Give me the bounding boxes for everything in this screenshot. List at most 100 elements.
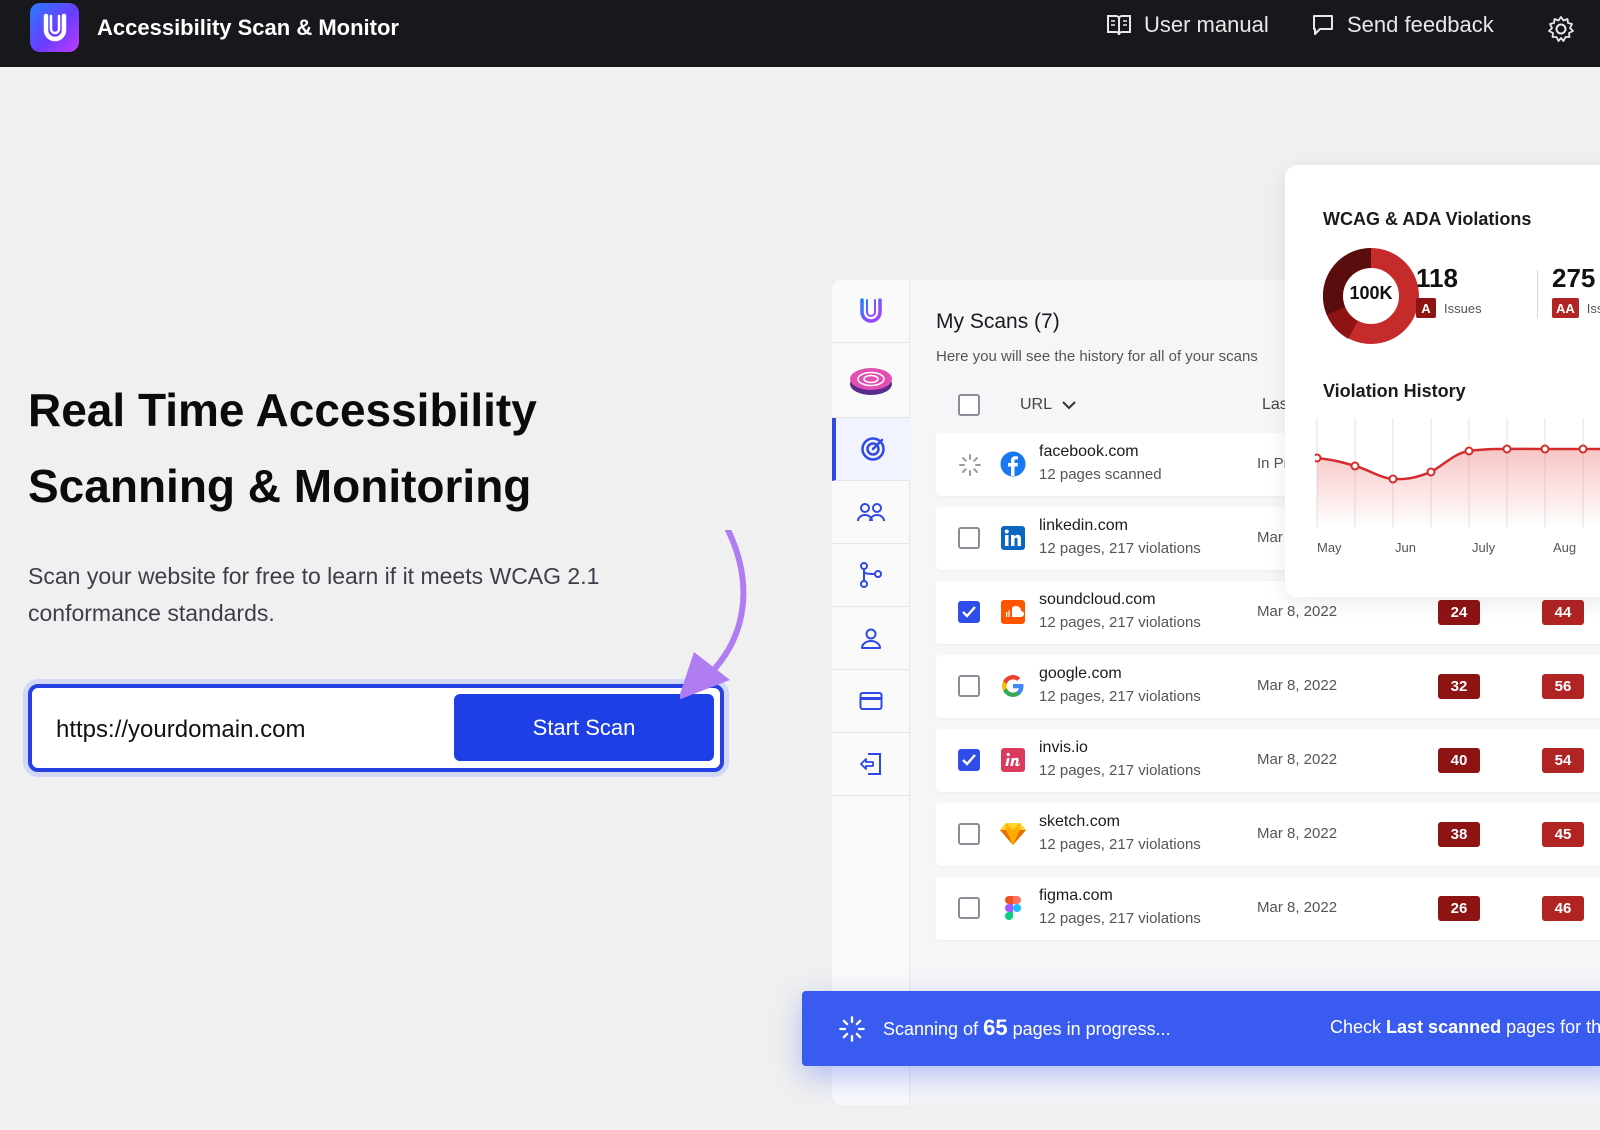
history-month-label: May [1317,540,1342,555]
soundcloud-icon [999,598,1027,626]
message-icon [1313,15,1333,35]
stat-divider [1537,270,1538,318]
level-a-count-badge: 38 [1438,822,1480,847]
table-row[interactable]: google.com 12 pages, 217 violations Mar … [936,655,1600,718]
top-nav: Accessibility Scan & Monitor User manual… [0,0,1600,67]
site-meta: 12 pages, 217 violations [1039,836,1201,853]
scan-date: Mar 8, 2022 [1257,825,1338,842]
check-icon [962,606,976,618]
site-meta: 12 pages, 217 violations [1039,540,1201,557]
send-feedback-label: Send feedback [1347,12,1494,37]
violation-history-chart: May Jun July Aug [1315,418,1600,555]
progress-status-text: Scanning of 65 pages in progress... [883,1015,1171,1041]
site-name: facebook.com [1039,443,1139,460]
level-aa-stat: 275 AA Issues [1552,263,1600,318]
violations-title: WCAG & ADA Violations [1323,209,1532,229]
figma-icon [999,894,1027,922]
level-aa-count-badge: 56 [1542,674,1584,699]
check-suffix: pages for the results [1506,1017,1600,1037]
site-name: sketch.com [1039,813,1120,830]
start-scan-button[interactable]: Start Scan [454,694,714,761]
level-aa-count-badge: 45 [1542,822,1584,847]
send-feedback-link[interactable]: Send feedback [1311,12,1494,38]
progress-prefix: Scanning of [883,1019,979,1039]
scan-date: Mar 8, 2022 [1257,603,1338,620]
row-checkbox[interactable] [958,749,980,771]
scan-progress-bar: Scanning of 65 pages in progress... Chec… [802,991,1600,1066]
level-a-count-badge: 40 [1438,748,1480,773]
scan-date: Mar 8, 2022 [1257,899,1338,916]
violations-card: WCAG & ADA Violations 100K 118 A Issues … [1285,165,1600,597]
scans-subtitle: Here you will see the history for all of… [936,348,1258,365]
site-name: figma.com [1039,887,1113,904]
row-checkbox[interactable] [958,897,980,919]
table-row[interactable]: sketch.com 12 pages, 217 violations Mar … [936,803,1600,866]
level-a-count-badge: 32 [1438,674,1480,699]
select-all-checkbox[interactable] [958,394,980,416]
app-title: Accessibility Scan & Monitor [97,15,399,40]
history-month-label: Jun [1395,540,1416,555]
hero-subtitle: Scan your website for free to learn if i… [28,563,600,626]
site-name: soundcloud.com [1039,591,1156,608]
level-a-count: 118 [1416,263,1458,293]
site-name: google.com [1039,665,1122,682]
progress-count: 65 [983,1015,1008,1040]
url-input[interactable] [56,710,436,750]
curved-arrow-icon [680,530,747,700]
progress-suffix: pages in progress... [1012,1019,1171,1039]
level-aa-count-badge: 54 [1542,748,1584,773]
check-icon [962,754,976,766]
google-icon [999,672,1027,700]
row-checkbox[interactable] [958,675,980,697]
check-last-scanned-text[interactable]: Check Last scanned pages for the results [1330,1017,1600,1038]
site-meta: 12 pages scanned [1039,466,1162,483]
violation-history-title: Violation History [1323,381,1466,401]
hero-title: Real Time Accessibility Scanning & Monit… [28,372,748,524]
site-meta: 12 pages, 217 violations [1039,910,1201,927]
level-aa-badge: AA [1552,298,1579,318]
chevron-down-icon [1062,401,1076,410]
settings-gear-icon[interactable] [1547,15,1575,48]
sketch-icon [999,820,1027,848]
site-name: linkedin.com [1039,517,1128,534]
level-aa-count-badge: 44 [1542,600,1584,625]
site-meta: 12 pages, 217 violations [1039,688,1201,705]
level-a-count-badge: 26 [1438,896,1480,921]
column-url-header[interactable]: URL [1020,396,1076,414]
site-meta: 12 pages, 217 violations [1039,762,1201,779]
donut-total-label: 100K [1349,283,1393,303]
table-row[interactable]: invis.io 12 pages, 217 violations Mar 8,… [936,729,1600,792]
loading-spinner-icon [959,454,981,476]
hero-title-line2: Scanning & Monitoring [28,460,532,512]
scan-date: Mar 8, 2022 [1257,751,1338,768]
history-month-label: Aug [1553,540,1576,555]
level-a-badge: A [1416,298,1436,318]
scans-title: My Scans (7) [936,310,1060,333]
table-row[interactable]: figma.com 12 pages, 217 violations Mar 8… [936,877,1600,940]
scan-form: Start Scan [28,684,724,772]
facebook-icon [999,450,1027,478]
level-aa-count: 275 [1552,263,1596,293]
book-icon [1107,15,1131,36]
user-manual-link[interactable]: User manual [1106,12,1269,38]
user-manual-label: User manual [1144,12,1269,37]
row-checkbox[interactable] [958,823,980,845]
level-a-stat: 118 A Issues [1416,263,1482,318]
scan-date: Mar 8, 2022 [1257,677,1338,694]
level-a-caption: Issues [1444,300,1482,316]
row-checkbox[interactable] [958,527,980,549]
level-aa-count-badge: 46 [1542,896,1584,921]
column-url-label: URL [1020,396,1053,413]
level-aa-caption: Issues [1586,300,1600,316]
loading-spinner-icon [839,1016,865,1042]
level-a-count-badge: 24 [1438,600,1480,625]
history-month-label: July [1472,540,1496,555]
linkedin-icon [999,524,1027,552]
check-prefix: Check [1330,1017,1382,1037]
site-meta: 12 pages, 217 violations [1039,614,1201,631]
site-name: invis.io [1039,739,1088,756]
invision-icon [999,746,1027,774]
row-checkbox[interactable] [958,601,980,623]
hero-title-line1: Real Time Accessibility [28,384,537,436]
app-logo-icon[interactable] [30,3,79,52]
